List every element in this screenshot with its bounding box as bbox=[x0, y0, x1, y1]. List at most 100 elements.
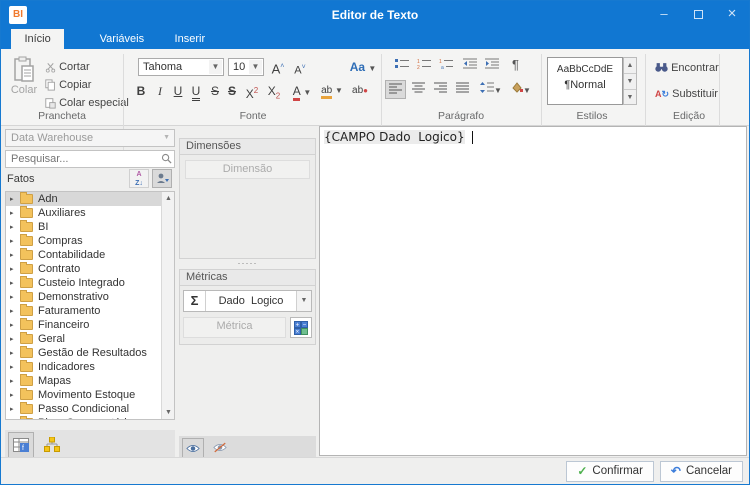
tree-item[interactable]: ▸ Gestão de Resultados bbox=[6, 346, 162, 360]
grow-font-button[interactable]: A˄ bbox=[269, 58, 287, 76]
tree-item[interactable]: ▸ Compras bbox=[6, 234, 162, 248]
close-button[interactable]: × bbox=[715, 1, 749, 29]
style-gallery-more-button[interactable]: ▼ bbox=[624, 90, 636, 104]
sort-az-button[interactable]: A Z↓ bbox=[129, 169, 149, 188]
tab-inserir[interactable]: Inserir bbox=[162, 29, 219, 49]
highlight-button[interactable]: ab ▼ bbox=[317, 82, 347, 100]
scroll-up-button[interactable]: ▲ bbox=[162, 192, 174, 205]
shrink-font-button[interactable]: A˅ bbox=[291, 59, 309, 77]
replace-button[interactable]: A↻ Substituir bbox=[655, 88, 718, 100]
chevron-right-icon[interactable]: ▸ bbox=[10, 363, 20, 371]
minimize-button[interactable]: – bbox=[647, 1, 681, 29]
tree-item[interactable]: ▸ Adn bbox=[6, 192, 162, 206]
chevron-right-icon[interactable]: ▸ bbox=[10, 293, 20, 301]
show-paragraph-marks-button[interactable]: ¶ bbox=[505, 56, 526, 75]
text-editor-area[interactable]: {CAMPO Dado Logico} bbox=[319, 126, 747, 456]
field-token[interactable]: {CAMPO Dado Logico} bbox=[324, 130, 465, 144]
underline-button[interactable]: U bbox=[169, 82, 187, 100]
tree-item[interactable]: ▸ Mapas bbox=[6, 374, 162, 388]
chevron-right-icon[interactable]: ▸ bbox=[10, 377, 20, 385]
table-view-button[interactable]: f bbox=[8, 432, 34, 458]
tree-item[interactable]: ▸ Custeio Integrado bbox=[6, 276, 162, 290]
chevron-right-icon[interactable]: ▸ bbox=[10, 349, 20, 357]
strikethrough-button[interactable]: S bbox=[206, 82, 224, 100]
increase-indent-button[interactable] bbox=[481, 57, 502, 76]
chevron-right-icon[interactable]: ▸ bbox=[10, 265, 20, 273]
tree-item[interactable]: ▸ Contrato bbox=[6, 262, 162, 276]
font-family-select[interactable]: Tahoma ▼ bbox=[138, 58, 224, 76]
tree-item[interactable]: ▸ Contabilidade bbox=[6, 248, 162, 262]
tree-item[interactable]: ▸ Plan. Orçamentário bbox=[6, 416, 162, 420]
paste-special-button[interactable]: Colar especial bbox=[45, 97, 129, 109]
copy-button[interactable]: Copiar bbox=[45, 79, 91, 91]
line-spacing-button[interactable]: ▼ bbox=[477, 80, 505, 99]
tree-item[interactable]: ▸ BI bbox=[6, 220, 162, 234]
chevron-right-icon[interactable]: ▸ bbox=[10, 237, 20, 245]
chevron-right-icon[interactable]: ▸ bbox=[10, 209, 20, 217]
tree-scrollbar[interactable]: ▲ ▼ bbox=[161, 192, 174, 419]
source-select[interactable]: Data Warehouse ▼ bbox=[5, 129, 175, 147]
tree-item[interactable]: ▸ Geral bbox=[6, 332, 162, 346]
justify-button[interactable] bbox=[452, 80, 473, 99]
numbered-list-button[interactable]: 12 bbox=[413, 57, 434, 76]
metric-dropdown-button[interactable]: ▼ bbox=[296, 291, 311, 311]
chevron-right-icon[interactable]: ▸ bbox=[10, 335, 20, 343]
tree-item[interactable]: ▸ Auxiliares bbox=[6, 206, 162, 220]
chevron-right-icon[interactable]: ▸ bbox=[10, 419, 20, 420]
chevron-right-icon[interactable]: ▸ bbox=[10, 321, 20, 329]
align-right-button[interactable] bbox=[430, 80, 451, 99]
chevron-right-icon[interactable]: ▸ bbox=[10, 251, 20, 259]
style-scroll-up-button[interactable]: ▲ bbox=[624, 58, 636, 74]
shading-button[interactable]: ▼ bbox=[507, 80, 535, 99]
text-effects-button[interactable]: ab● bbox=[349, 82, 371, 100]
paste-button[interactable]: Colar bbox=[9, 56, 39, 108]
style-gallery[interactable]: AaBbCcDdE ¶Normal bbox=[547, 57, 623, 105]
find-button[interactable]: Encontrar bbox=[655, 62, 719, 74]
metric-drop-placeholder[interactable]: Métrica bbox=[183, 317, 286, 338]
style-scroll-down-button[interactable]: ▼ bbox=[624, 74, 636, 90]
tree-item[interactable]: ▸ Demonstrativo bbox=[6, 290, 162, 304]
confirm-button[interactable]: ✓ Confirmar bbox=[566, 460, 654, 482]
chevron-right-icon[interactable]: ▸ bbox=[10, 405, 20, 413]
show-button[interactable] bbox=[182, 438, 204, 458]
tree-item[interactable]: ▸ Faturamento bbox=[6, 304, 162, 318]
tree-item[interactable]: ▸ Passo Condicional bbox=[6, 402, 162, 416]
scroll-down-button[interactable]: ▼ bbox=[162, 406, 174, 419]
search-input[interactable] bbox=[5, 150, 175, 168]
superscript-button[interactable]: X2 bbox=[241, 82, 263, 101]
change-case-button[interactable]: Aa ▼ bbox=[349, 58, 377, 76]
group-by-user-button[interactable] bbox=[152, 169, 172, 188]
hierarchy-view-button[interactable] bbox=[39, 432, 65, 458]
align-center-button[interactable] bbox=[408, 80, 429, 99]
cancel-button[interactable]: ↶ Cancelar bbox=[659, 460, 743, 482]
maximize-button[interactable] bbox=[681, 1, 715, 29]
tree-item[interactable]: ▸ Indicadores bbox=[6, 360, 162, 374]
tab-variaveis[interactable]: Variáveis bbox=[87, 29, 157, 49]
italic-button[interactable]: I bbox=[151, 82, 169, 100]
metric-field[interactable]: Σ Dado Logico ▼ bbox=[183, 290, 312, 312]
double-underline-button[interactable]: U bbox=[187, 82, 205, 101]
chevron-right-icon[interactable]: ▸ bbox=[10, 307, 20, 315]
align-left-button[interactable] bbox=[385, 80, 406, 99]
multilevel-list-button[interactable]: 1a bbox=[435, 57, 456, 76]
chevron-right-icon[interactable]: ▸ bbox=[10, 223, 20, 231]
subscript-button[interactable]: X2 bbox=[263, 82, 285, 100]
dimension-drop-placeholder[interactable]: Dimensão bbox=[185, 160, 310, 179]
tree-item[interactable]: ▸ Financeiro bbox=[6, 318, 162, 332]
tree-item[interactable]: ▸ Movimento Estoque bbox=[6, 388, 162, 402]
chevron-right-icon[interactable]: ▸ bbox=[10, 391, 20, 399]
chevron-right-icon[interactable]: ▸ bbox=[10, 279, 20, 287]
font-size-select[interactable]: 10 ▼ bbox=[228, 58, 264, 76]
cut-button[interactable]: Cortar bbox=[45, 61, 90, 73]
font-color-button[interactable]: A ▼ bbox=[289, 82, 315, 101]
formula-button[interactable]: + − × bbox=[290, 317, 312, 338]
tab-inicio[interactable]: Início bbox=[11, 29, 64, 49]
bold-button[interactable]: B bbox=[132, 82, 150, 100]
facts-tree[interactable]: ▸ Adn ▸ Auxiliares ▸ BI ▸ Compras ▸ Contabili… bbox=[5, 191, 175, 420]
double-strikethrough-button[interactable]: S bbox=[223, 82, 241, 100]
search-icon[interactable] bbox=[161, 153, 172, 164]
splitter-handle[interactable]: ····· bbox=[179, 259, 316, 269]
bullet-list-button[interactable] bbox=[391, 57, 412, 76]
chevron-right-icon[interactable]: ▸ bbox=[10, 195, 20, 203]
decrease-indent-button[interactable] bbox=[459, 57, 480, 76]
